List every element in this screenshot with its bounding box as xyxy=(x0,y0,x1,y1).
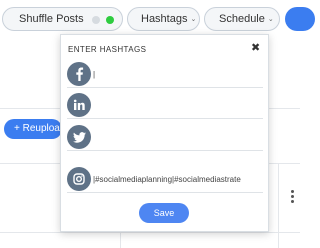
divider xyxy=(0,232,300,233)
toggle-off-indicator xyxy=(92,16,100,24)
column-divider xyxy=(278,163,279,248)
hashtags-dropdown-button[interactable]: Hashtags ⌄ xyxy=(127,7,200,31)
hashtag-row-instagram: |#socialmediaplanning|#socialmediastrate xyxy=(67,167,263,193)
hashtags-label: Hashtags xyxy=(141,13,188,25)
instagram-icon xyxy=(67,167,91,191)
hashtags-modal: ENTER HASHTAGS ✖ | |#socialmediaplanning… xyxy=(60,34,269,232)
shuffle-posts-toggle[interactable]: Shuffle Posts xyxy=(2,7,123,31)
toggle-on-indicator xyxy=(106,16,114,24)
close-icon[interactable]: ✖ xyxy=(251,41,260,54)
modal-title: ENTER HASHTAGS xyxy=(68,45,147,54)
hashtag-row-linkedin xyxy=(67,93,263,119)
facebook-hashtag-input[interactable]: | xyxy=(93,67,263,83)
hashtag-row-twitter xyxy=(67,125,263,151)
more-options-icon[interactable] xyxy=(291,190,295,206)
schedule-dropdown-button[interactable]: Schedule ⌄ xyxy=(204,7,280,31)
shuffle-posts-label: Shuffle Posts xyxy=(19,13,84,25)
twitter-icon xyxy=(67,125,91,149)
hashtag-row-facebook: | xyxy=(67,62,263,88)
schedule-label: Schedule xyxy=(219,13,265,25)
chevron-down-icon: ⌄ xyxy=(190,16,197,23)
instagram-hashtag-input[interactable]: |#socialmediaplanning|#socialmediastrate xyxy=(93,172,263,188)
chevron-down-icon: ⌄ xyxy=(267,16,274,23)
linkedin-icon xyxy=(67,93,91,117)
linkedin-hashtag-input[interactable] xyxy=(93,98,263,114)
facebook-icon xyxy=(67,62,91,86)
twitter-hashtag-input[interactable] xyxy=(93,130,263,146)
partial-action-button[interactable] xyxy=(285,7,315,31)
save-button[interactable]: Save xyxy=(139,203,189,223)
reupload-button[interactable]: + Reupload xyxy=(4,119,62,139)
